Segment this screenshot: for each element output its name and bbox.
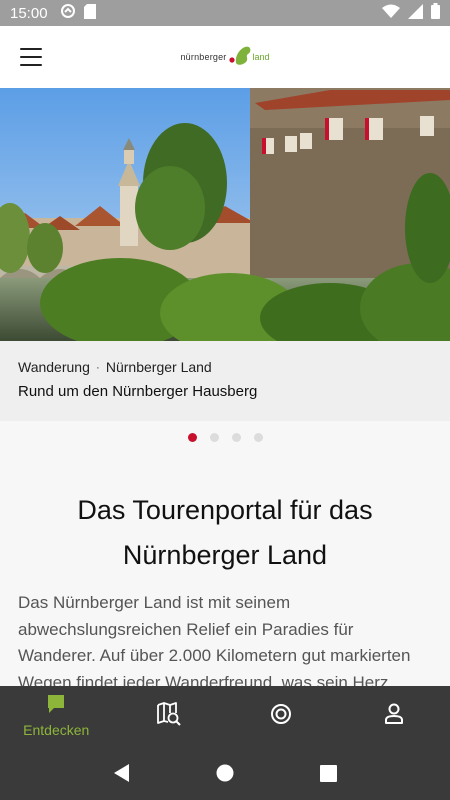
- hamburger-icon: [20, 48, 42, 50]
- page-headline: Das Tourenportal für das Nürnberger Land: [77, 495, 373, 570]
- speech-bubble-icon: [46, 694, 66, 719]
- home-button[interactable]: [205, 753, 245, 793]
- hero-illustration: [0, 88, 450, 341]
- tour-category: Wanderung: [18, 359, 90, 375]
- tour-region: Nürnberger Land: [105, 359, 212, 375]
- carousel-dot-3[interactable]: [231, 433, 241, 442]
- nav-target[interactable]: [225, 686, 338, 746]
- nav-map[interactable]: [113, 686, 226, 746]
- logo[interactable]: nürnberger land: [180, 45, 270, 69]
- sync-icon: [60, 3, 76, 23]
- carousel-dot-1[interactable]: [187, 433, 197, 442]
- tour-title: Rund um den Nürnberger Hausberg: [18, 383, 258, 400]
- tour-meta: Wanderung · Nürnberger Land: [18, 359, 432, 375]
- back-triangle-icon: [113, 764, 129, 782]
- hero-image[interactable]: [0, 88, 450, 341]
- sd-card-icon: [83, 3, 96, 23]
- status-time: 15:00: [10, 4, 48, 22]
- system-navigation: [0, 746, 450, 800]
- target-icon: [270, 703, 292, 730]
- signal-icon: [408, 3, 423, 23]
- wifi-icon: [382, 4, 400, 22]
- logo-text-right: land: [252, 52, 270, 62]
- recents-square-icon: [319, 764, 337, 782]
- intro-text: Das Nürnberger Land ist mit seinem abwec…: [18, 593, 411, 690]
- hero-caption[interactable]: Wanderung · Nürnberger Land Rund um den …: [0, 341, 450, 421]
- status-bar: 15:00: [0, 0, 450, 26]
- back-button[interactable]: [102, 753, 142, 793]
- app-bar: nürnberger land: [0, 26, 450, 88]
- battery-icon: [431, 3, 440, 23]
- carousel-indicator: [0, 433, 450, 442]
- nav-entdecken[interactable]: Entdecken: [0, 686, 113, 746]
- nav-entdecken-label: Entdecken: [23, 722, 90, 738]
- menu-button[interactable]: [20, 48, 42, 66]
- carousel-dot-2[interactable]: [209, 433, 219, 442]
- nav-profile[interactable]: [338, 686, 450, 746]
- logo-mark-icon: [228, 45, 252, 69]
- carousel-dot-4[interactable]: [253, 433, 263, 442]
- meta-separator: ·: [95, 360, 100, 374]
- person-icon: [384, 703, 404, 730]
- bottom-navigation: Entdecken: [0, 686, 450, 746]
- recents-button[interactable]: [308, 753, 348, 793]
- map-search-icon: [156, 701, 182, 732]
- logo-text-left: nürnberger: [180, 52, 227, 62]
- home-circle-icon: [216, 764, 234, 782]
